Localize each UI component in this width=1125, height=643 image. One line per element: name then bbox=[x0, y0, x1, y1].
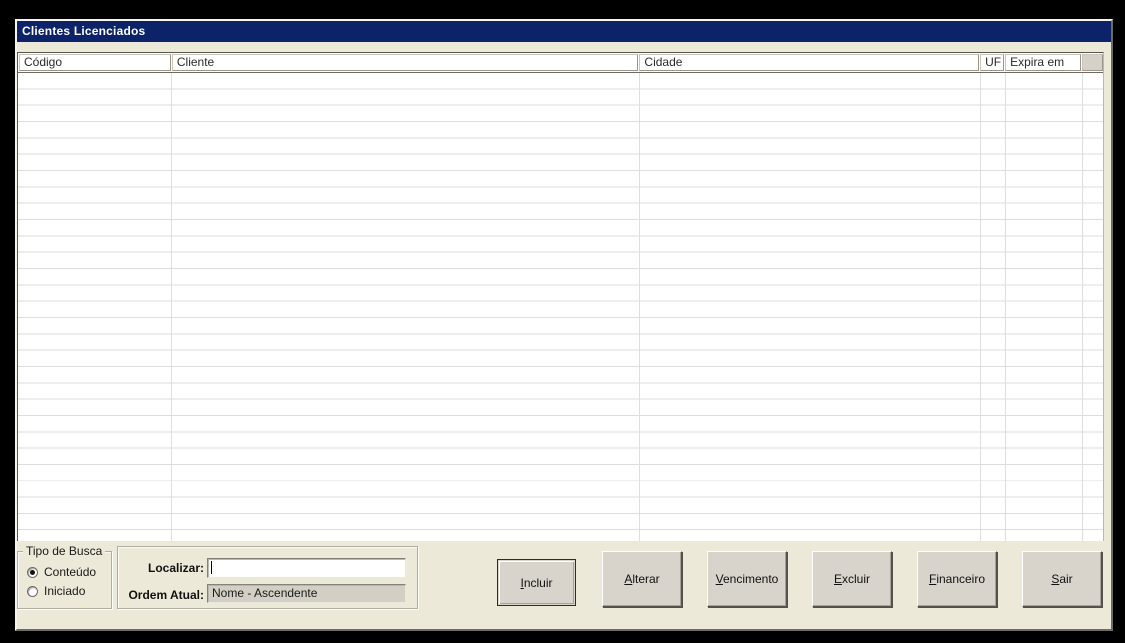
radio-conteudo-label: Conteúdo bbox=[44, 565, 97, 579]
window-title: Clientes Licenciados bbox=[22, 24, 146, 38]
excluir-button[interactable]: Excluir bbox=[812, 551, 892, 607]
radio-button-icon bbox=[27, 566, 38, 578]
vencimento-button[interactable]: Vencimento bbox=[707, 551, 787, 607]
clients-grid[interactable]: Código Cliente Cidade UF Expira em bbox=[17, 52, 1104, 541]
tipo-de-busca-legend: Tipo de Busca bbox=[23, 544, 106, 558]
tipo-de-busca-groupbox: Tipo de Busca Conteúdo Iniciado bbox=[17, 544, 112, 609]
search-groupbox: Localizar: Ordem Atual: Nome - Ascendent… bbox=[117, 546, 418, 609]
grid-column-divider bbox=[1082, 73, 1083, 541]
column-header-filler bbox=[1082, 54, 1104, 71]
grid-column-divider bbox=[1005, 73, 1006, 541]
column-header-uf[interactable]: UF bbox=[980, 54, 1005, 71]
grid-column-divider bbox=[171, 73, 172, 541]
ordem-atual-field: Nome - Ascendente bbox=[207, 584, 406, 603]
column-header-expira-em[interactable]: Expira em bbox=[1005, 54, 1082, 71]
radio-iniciado[interactable]: Iniciado bbox=[27, 584, 85, 598]
column-header-cliente[interactable]: Cliente bbox=[171, 54, 639, 71]
grid-column-divider bbox=[639, 73, 640, 541]
sair-button[interactable]: Sair bbox=[1022, 551, 1102, 607]
incluir-button[interactable]: Incluir bbox=[497, 559, 576, 606]
column-header-codigo[interactable]: Código bbox=[19, 54, 171, 71]
radio-conteudo[interactable]: Conteúdo bbox=[27, 565, 96, 579]
grid-body[interactable] bbox=[18, 73, 1103, 541]
grid-header: Código Cliente Cidade UF Expira em bbox=[18, 53, 1104, 73]
column-header-cidade[interactable]: Cidade bbox=[639, 54, 980, 71]
financeiro-button[interactable]: Financeiro bbox=[917, 551, 997, 607]
grid-column-divider bbox=[980, 73, 981, 541]
alterar-button[interactable]: Alterar bbox=[602, 551, 682, 607]
radio-button-icon bbox=[27, 585, 38, 597]
clientes-licenciados-window: Clientes Licenciados Código Cliente Cida… bbox=[15, 19, 1113, 631]
ordem-atual-label: Ordem Atual: bbox=[128, 588, 204, 602]
title-bar[interactable]: Clientes Licenciados bbox=[17, 21, 1111, 42]
localizar-label: Localizar: bbox=[147, 561, 204, 575]
localizar-input[interactable] bbox=[207, 558, 406, 578]
text-caret bbox=[211, 561, 212, 574]
radio-iniciado-label: Iniciado bbox=[44, 584, 86, 598]
